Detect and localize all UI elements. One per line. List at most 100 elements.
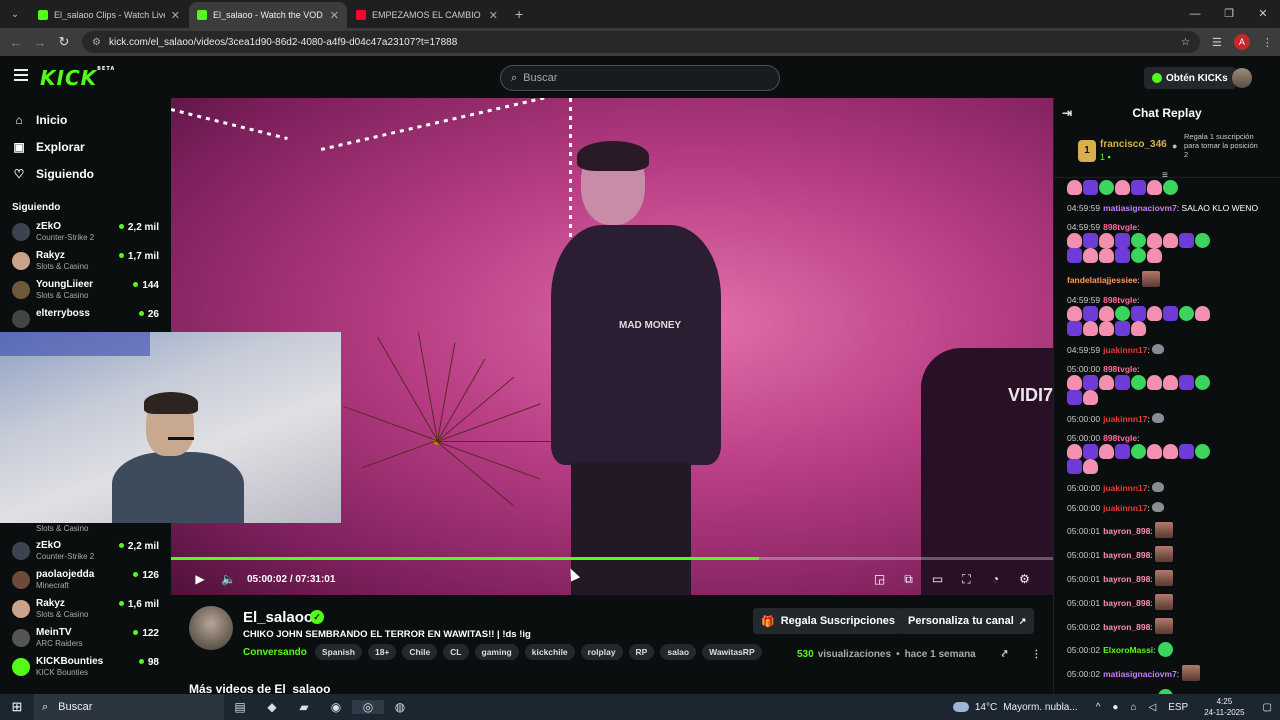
settings-gear-icon[interactable]: ⚙ <box>1010 572 1039 586</box>
menu-icon[interactable] <box>14 69 28 84</box>
copilot-icon[interactable]: ◆ <box>256 700 288 714</box>
task-view-icon[interactable]: ▤ <box>224 700 256 714</box>
clip-icon[interactable]: ⧉ <box>894 572 923 587</box>
microphone-icon[interactable]: ● <box>1112 702 1118 713</box>
tab-close-icon[interactable]: ✕ <box>171 9 180 22</box>
gift-promo-text[interactable]: Regala 1 suscripción para tomar la posic… <box>1172 132 1260 159</box>
tag-chip[interactable]: WawitasRP <box>702 644 762 660</box>
obs-icon[interactable]: ◍ <box>384 700 416 714</box>
discord-icon[interactable]: ◉ <box>320 700 352 714</box>
more-menu-icon[interactable]: ⋮ <box>1262 36 1273 49</box>
sidebar-channel[interactable]: MeinTV ARC Raiders 122 <box>0 625 171 654</box>
tab-close-icon[interactable]: ✕ <box>330 9 339 22</box>
message-username[interactable]: juakinnn17 <box>1103 345 1147 355</box>
network-icon[interactable]: ⌂ <box>1130 702 1136 713</box>
sidebar-channel[interactable]: zEkO Counter-Strike 2 2,2 mil <box>0 219 171 248</box>
miniplayer-icon[interactable]: ◲ <box>865 572 894 586</box>
streamer-avatar[interactable] <box>189 606 233 650</box>
progress-bar[interactable] <box>171 557 1053 560</box>
message-username[interactable]: matiasignaciovm7 <box>1103 669 1177 679</box>
message-username[interactable]: bayron_898 <box>1103 598 1150 608</box>
volume-icon[interactable]: 🔈 <box>221 572 236 586</box>
collapse-chat-icon[interactable]: ⇥ <box>1062 106 1072 120</box>
weather-widget[interactable]: 14°C Mayorm. nubla... <box>952 702 1078 713</box>
sidebar-channel[interactable]: elterryboss 26 <box>0 306 171 335</box>
bookmark-star-icon[interactable]: ☆ <box>1181 37 1190 48</box>
message-username[interactable]: 898tvgle <box>1103 222 1137 232</box>
message-username[interactable]: fandelatiajjessiee <box>1067 275 1137 285</box>
message-username[interactable]: juakinnn17 <box>1103 503 1147 513</box>
search-input[interactable]: ⌕ Buscar <box>500 65 780 91</box>
tag-chip[interactable]: Chile <box>402 644 438 660</box>
language-indicator[interactable]: ESP <box>1168 702 1188 713</box>
customize-channel-button[interactable]: Personaliza tu canal ↗ <box>900 608 1035 634</box>
tag-chip[interactable]: 18+ <box>367 644 397 660</box>
share-icon[interactable]: ⤤ <box>1002 649 1008 660</box>
restore-icon[interactable]: ❐ <box>1212 0 1246 28</box>
streamer-name[interactable]: El_salaoo <box>243 609 313 626</box>
browser-tab[interactable]: El_salaoo - Watch the VOD on ✕ <box>189 2 347 28</box>
sidebar-channel[interactable]: YoungLiieer Slots & Casino 144 <box>0 277 171 306</box>
more-options-icon[interactable]: ⋮ <box>1031 649 1041 660</box>
url-text[interactable]: kick.com/el_salaoo/videos/3cea1d90-86d2-… <box>109 37 1181 48</box>
clock[interactable]: 4:25 24-11-2025 <box>1204 696 1244 718</box>
taskbar-search[interactable]: ⌕ Buscar <box>34 694 224 720</box>
reload-icon[interactable]: ↻ <box>52 34 76 50</box>
message-username[interactable]: bayron_898 <box>1103 526 1150 536</box>
url-bar[interactable]: ⚙ kick.com/el_salaoo/videos/3cea1d90-86d… <box>82 31 1200 53</box>
tab-search-button[interactable]: ⌄ <box>4 3 26 25</box>
new-tab-button[interactable]: + <box>507 6 531 28</box>
message-username[interactable]: ElxoroMassi <box>1103 645 1153 655</box>
user-avatar[interactable] <box>1232 68 1252 88</box>
fullscreen-icon[interactable]: ⛶ <box>952 572 981 587</box>
sidebar-channel[interactable]: zEkO Counter-Strike 2 2,2 mil <box>0 538 171 567</box>
profile-avatar[interactable]: A <box>1233 34 1250 50</box>
volume-icon[interactable]: ◁ <box>1149 702 1157 713</box>
tag-chip[interactable]: salao <box>660 644 697 660</box>
nav-explorar[interactable]: ▣ Explorar <box>0 133 171 160</box>
chrome-icon[interactable]: ◎ <box>352 700 384 714</box>
file-explorer-icon[interactable]: ▰ <box>288 700 320 714</box>
play-icon[interactable]: ▶ <box>193 572 207 586</box>
tag-chip[interactable]: gaming <box>474 644 519 660</box>
theater-mode-icon[interactable]: ▭ <box>923 572 952 586</box>
notifications-icon[interactable]: ▢ <box>1263 702 1272 713</box>
reading-list-icon[interactable]: ☰ <box>1212 36 1222 49</box>
sidebar-channel[interactable]: paolaojedda Minecraft 126 <box>0 567 171 596</box>
message-username[interactable]: bayron_898 <box>1103 574 1150 584</box>
kick-logo[interactable]: KICKBETA <box>40 66 115 90</box>
tag-chip[interactable]: kickchile <box>524 644 575 660</box>
site-info-icon[interactable]: ⚙ <box>92 37 101 48</box>
speed-icon[interactable]: ◔ <box>981 572 1010 586</box>
nav-siguiendo[interactable]: ♡ Siguiendo <box>0 160 171 187</box>
sidebar-channel-partial[interactable]: Slots & Casino <box>0 524 171 538</box>
message-username[interactable]: bayron_898 <box>1103 622 1150 632</box>
top-gifter-name[interactable]: francisco_346 <box>1100 139 1167 150</box>
tab-close-icon[interactable]: ✕ <box>489 9 498 22</box>
forward-arrow-icon[interactable]: → <box>28 35 52 50</box>
browser-tab[interactable]: El_salaoo Clips - Watch Live on ✕ <box>30 2 188 28</box>
back-arrow-icon[interactable]: ← <box>4 35 28 50</box>
message-username[interactable]: 898tvgle <box>1103 364 1137 374</box>
message-username[interactable]: 898tvgle <box>1103 433 1137 443</box>
sidebar-channel[interactable]: Rakyz Slots & Casino 1,6 mil <box>0 596 171 625</box>
message-username[interactable]: juakinnn17 <box>1103 483 1147 493</box>
nav-inicio[interactable]: ⌂ Inicio <box>0 106 171 133</box>
tag-chip[interactable]: CL <box>443 644 469 660</box>
browser-tab[interactable]: EMPEZAMOS EL CAMBIO FÍSIC ✕ <box>348 2 506 28</box>
sidebar-channel[interactable]: KICKBounties KICK Bounties 98 <box>0 654 171 683</box>
sidebar-channel[interactable]: Rakyz Slots & Casino 1,7 mil <box>0 248 171 277</box>
tag-chip[interactable]: rolplay <box>580 644 623 660</box>
tag-chip[interactable]: RP <box>628 644 655 660</box>
message-username[interactable]: juakinnn17 <box>1103 414 1147 424</box>
category-link[interactable]: Conversando <box>243 647 307 658</box>
tag-chip[interactable]: Spanish <box>314 644 362 660</box>
windows-start-icon[interactable]: ⊞ <box>0 699 34 715</box>
message-username[interactable]: bayron_898 <box>1103 550 1150 560</box>
chevron-up-icon[interactable]: ^ <box>1096 702 1101 713</box>
minimize-icon[interactable]: — <box>1178 0 1212 28</box>
gift-subs-button[interactable]: 🎁 Regala Suscripciones <box>753 608 904 634</box>
get-kicks-button[interactable]: Obtén KICKs <box>1144 67 1236 89</box>
close-icon[interactable]: ✕ <box>1246 0 1280 28</box>
message-username[interactable]: 898tvgle <box>1103 295 1137 305</box>
